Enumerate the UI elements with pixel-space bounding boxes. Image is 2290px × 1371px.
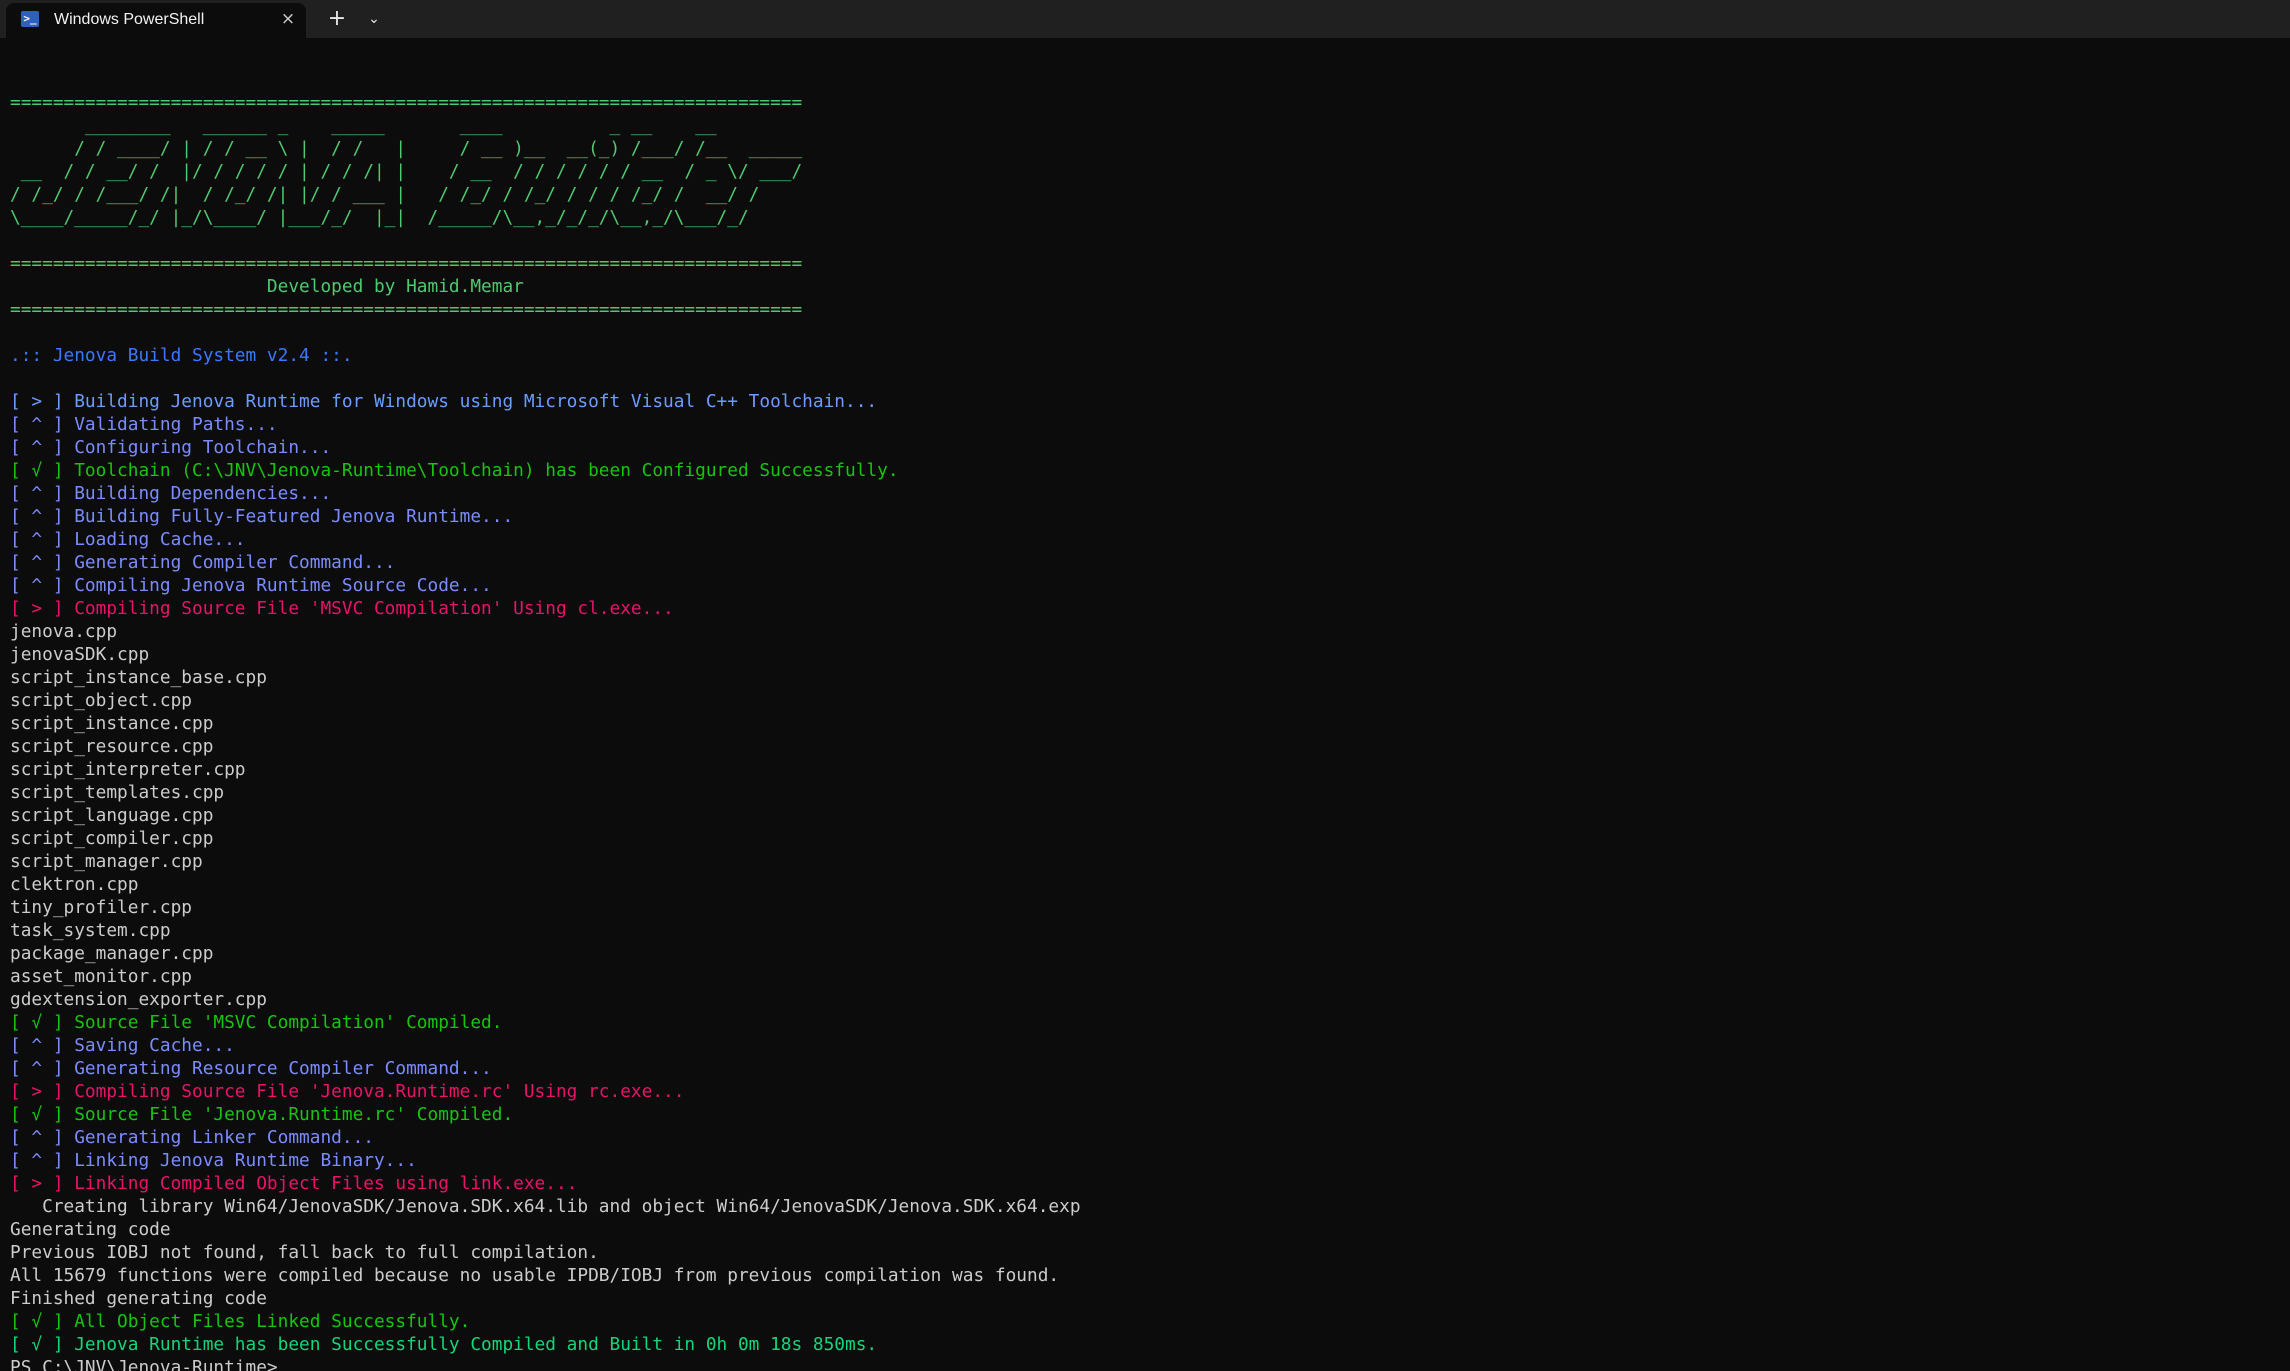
shell-prompt: PS C:\JNV\Jenova-Runtime> bbox=[10, 1357, 278, 1371]
terminal-line: __ / / __/ / |/ / / / / | / / /| | / __ … bbox=[10, 161, 803, 182]
tab-windows-powershell[interactable]: >_ Windows PowerShell × bbox=[6, 3, 306, 38]
terminal-line: ========================================… bbox=[10, 299, 803, 320]
terminal-line: [ ^ ] Configuring Toolchain... bbox=[10, 437, 332, 458]
terminal-line: script_object.cpp bbox=[10, 690, 192, 711]
terminal-line: [ ^ ] Generating Resource Compiler Comma… bbox=[10, 1058, 492, 1079]
terminal-line: clektron.cpp bbox=[10, 874, 139, 895]
terminal-line: Previous IOBJ not found, fall back to fu… bbox=[10, 1242, 599, 1263]
terminal-line: [ ^ ] Building Dependencies... bbox=[10, 483, 332, 504]
terminal-line: gdextension_exporter.cpp bbox=[10, 989, 267, 1010]
terminal-line: script_compiler.cpp bbox=[10, 828, 214, 849]
terminal-line: [ > ] Compiling Source File 'MSVC Compil… bbox=[10, 598, 674, 619]
terminal-line: [ ^ ] Validating Paths... bbox=[10, 414, 278, 435]
terminal-line: [ > ] Building Jenova Runtime for Window… bbox=[10, 391, 878, 412]
terminal-line: [ ^ ] Loading Cache... bbox=[10, 529, 246, 550]
terminal-line: [ √ ] Jenova Runtime has been Successful… bbox=[10, 1334, 878, 1355]
terminal-line: ________ ______ _ _____ ____ _ __ __ bbox=[10, 115, 717, 136]
tab-title: Windows PowerShell bbox=[54, 11, 205, 28]
terminal-output[interactable]: ========================================… bbox=[10, 68, 2290, 1371]
terminal-line: package_manager.cpp bbox=[10, 943, 214, 964]
terminal-line: [ √ ] All Object Files Linked Successful… bbox=[10, 1311, 471, 1332]
terminal-line: script_manager.cpp bbox=[10, 851, 203, 872]
title-bar: >_ Windows PowerShell × + ⌄ bbox=[0, 0, 2290, 38]
terminal-line: script_templates.cpp bbox=[10, 782, 225, 803]
terminal-line: / /_/ / /___/ /| / /_/ /| |/ / ___ | / /… bbox=[10, 184, 760, 205]
terminal-line: / / ____/ | / / __ \ | / / | / __ )__ __… bbox=[10, 138, 803, 159]
terminal-line: ========================================… bbox=[10, 92, 803, 113]
terminal-line: [ > ] Compiling Source File 'Jenova.Runt… bbox=[10, 1081, 685, 1102]
terminal-line: [ > ] Linking Compiled Object Files usin… bbox=[10, 1173, 578, 1194]
terminal-line: Creating library Win64/JenovaSDK/Jenova.… bbox=[10, 1196, 1081, 1217]
terminal-line: Generating code bbox=[10, 1219, 171, 1240]
terminal-line: script_resource.cpp bbox=[10, 736, 214, 757]
terminal-line: [ ^ ] Compiling Jenova Runtime Source Co… bbox=[10, 575, 492, 596]
chevron-down-icon[interactable]: ⌄ bbox=[360, 3, 388, 35]
terminal-line: ========================================… bbox=[10, 253, 803, 274]
terminal-line: script_instance_base.cpp bbox=[10, 667, 267, 688]
terminal-line: script_language.cpp bbox=[10, 805, 214, 826]
new-tab-button[interactable]: + bbox=[322, 3, 352, 35]
close-icon[interactable]: × bbox=[276, 3, 300, 38]
terminal-line: task_system.cpp bbox=[10, 920, 171, 941]
powershell-window: >_ Windows PowerShell × + ⌄ ============… bbox=[0, 0, 2290, 1371]
terminal-line: .:: Jenova Build System v2.4 ::. bbox=[10, 345, 353, 366]
terminal-line: jenova.cpp bbox=[10, 621, 118, 642]
terminal-line: Developed by Hamid.Memar bbox=[10, 276, 524, 297]
terminal-line: [ ^ ] Generating Linker Command... bbox=[10, 1127, 374, 1148]
terminal-line: asset_monitor.cpp bbox=[10, 966, 192, 987]
terminal-line: [ ^ ] Linking Jenova Runtime Binary... bbox=[10, 1150, 417, 1171]
terminal-line: script_instance.cpp bbox=[10, 713, 214, 734]
terminal-line: \____/_____/_/ |_/\____/ |___/_/ |_| /__… bbox=[10, 207, 749, 228]
terminal-line: [ √ ] Toolchain (C:\JNV\Jenova-Runtime\T… bbox=[10, 460, 899, 481]
terminal-line: [ ^ ] Saving Cache... bbox=[10, 1035, 235, 1056]
powershell-icon: >_ bbox=[21, 11, 39, 27]
terminal-line: [ ^ ] Building Fully-Featured Jenova Run… bbox=[10, 506, 514, 527]
terminal-line: jenovaSDK.cpp bbox=[10, 644, 150, 665]
terminal-line: [ ^ ] Generating Compiler Command... bbox=[10, 552, 396, 573]
terminal-line: [ √ ] Source File 'MSVC Compilation' Com… bbox=[10, 1012, 503, 1033]
terminal-line: [ √ ] Source File 'Jenova.Runtime.rc' Co… bbox=[10, 1104, 514, 1125]
terminal-line: All 15679 functions were compiled becaus… bbox=[10, 1265, 1060, 1286]
terminal-line: tiny_profiler.cpp bbox=[10, 897, 192, 918]
terminal-line: Finished generating code bbox=[10, 1288, 267, 1309]
terminal-line: script_interpreter.cpp bbox=[10, 759, 246, 780]
